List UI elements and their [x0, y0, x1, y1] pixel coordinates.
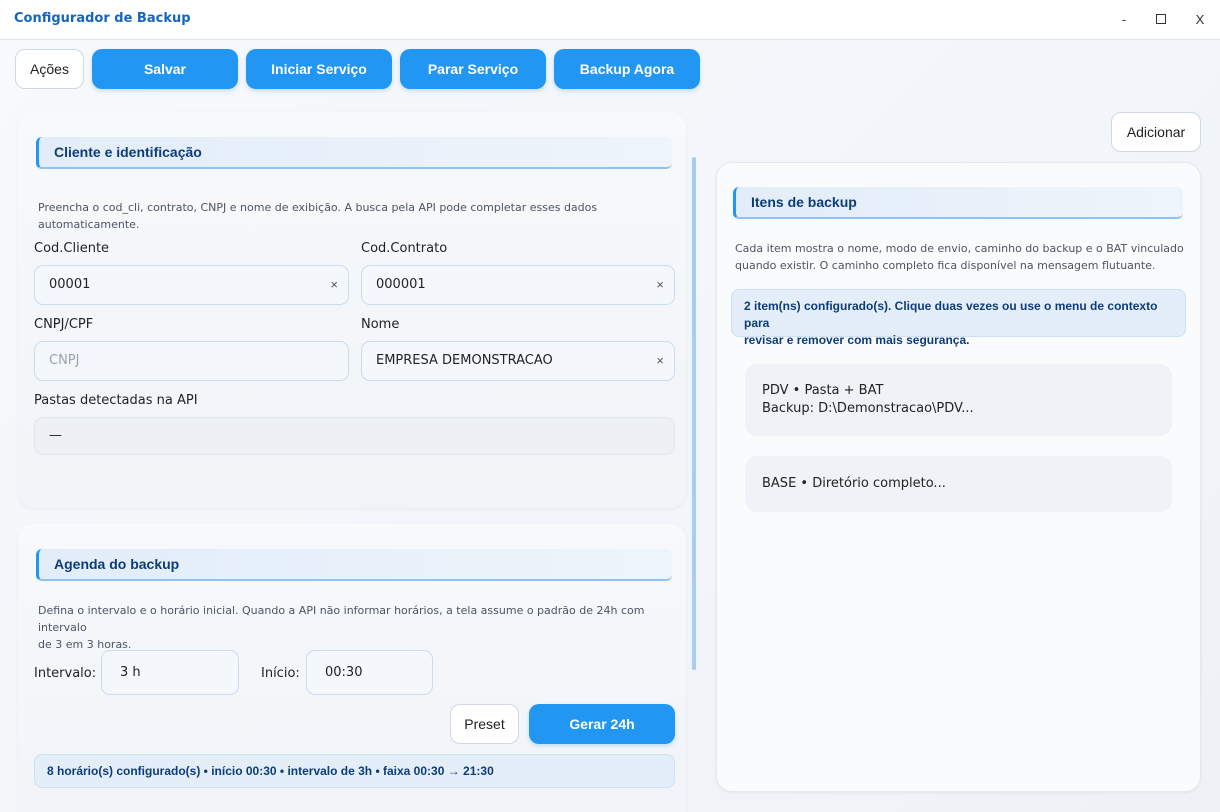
clear-cod-contrato-icon[interactable]: ×	[656, 266, 664, 304]
nome-input[interactable]: EMPRESA DEMONSTRACAO ×	[361, 341, 675, 381]
interval-label: Intervalo:	[34, 666, 97, 681]
preset-button[interactable]: Preset	[450, 704, 519, 744]
items-hint: Cada item mostra o nome, modo de envio, …	[735, 240, 1195, 274]
interval-input[interactable]: 3 h	[101, 650, 239, 695]
actions-button[interactable]: Ações	[15, 49, 84, 89]
cnpj-label: CNPJ/CPF	[34, 317, 94, 332]
item-title: BASE • Diretório completo...	[762, 476, 946, 491]
cod-cliente-input[interactable]: 00001 ×	[34, 265, 349, 305]
pastas-field: —	[34, 417, 675, 455]
main-area: Ações Salvar Iniciar Serviço Parar Servi…	[0, 40, 1220, 812]
schedule-hint: Defina o intervalo e o horário inicial. …	[38, 602, 678, 653]
client-section-title: Cliente e identificação	[36, 137, 672, 169]
close-button[interactable]: X	[1187, 8, 1213, 32]
pastas-label: Pastas detectadas na API	[34, 393, 198, 408]
cod-contrato-label: Cod.Contrato	[361, 241, 448, 256]
minimize-button[interactable]: -	[1111, 8, 1137, 32]
items-hint-line-2: quando existir. O caminho completo fica …	[735, 259, 1156, 272]
cod-contrato-value: 000001	[376, 277, 426, 292]
add-item-button[interactable]: Adicionar	[1111, 112, 1201, 152]
list-item[interactable]: PDV • Pasta + BAT Backup: D:\Demonstraca…	[745, 364, 1172, 436]
nome-value: EMPRESA DEMONSTRACAO	[376, 353, 553, 368]
stop-service-button[interactable]: Parar Serviço	[400, 49, 546, 89]
maximize-button[interactable]	[1148, 8, 1174, 32]
cod-cliente-value: 00001	[49, 277, 91, 292]
client-hint: Preencha o cod_cli, contrato, CNPJ e nom…	[38, 201, 598, 231]
items-count-info: 2 item(ns) configurado(s). Clique duas v…	[731, 289, 1186, 347]
clear-cod-cliente-icon[interactable]: ×	[330, 266, 338, 304]
items-hint-line-1: Cada item mostra o nome, modo de envio, …	[735, 242, 1184, 255]
item-title: PDV • Pasta + BAT	[762, 383, 884, 398]
items-info-line-1: 2 item(ns) configurado(s). Clique duas v…	[744, 299, 1158, 330]
left-panel-scrollbar[interactable]	[692, 157, 696, 670]
schedule-summary: 8 horário(s) configurado(s) • início 00:…	[34, 754, 675, 788]
item-path: Backup: D:\Demonstracao\PDV...	[762, 401, 974, 416]
nome-label: Nome	[361, 317, 400, 332]
start-label: Início:	[261, 666, 300, 681]
cnpj-input[interactable]: CNPJ	[34, 341, 349, 381]
maximize-icon	[1156, 14, 1166, 24]
start-time-input[interactable]: 00:30	[306, 650, 433, 695]
start-service-button[interactable]: Iniciar Serviço	[246, 49, 392, 89]
cod-cliente-label: Cod.Cliente	[34, 241, 110, 256]
items-section-title: Itens de backup	[733, 187, 1183, 219]
save-button[interactable]: Salvar	[92, 49, 238, 89]
cod-contrato-input[interactable]: 000001 ×	[361, 265, 675, 305]
generate-24h-button[interactable]: Gerar 24h	[529, 704, 675, 744]
items-info-line-2: revisar e remover com mais segurança.	[744, 333, 970, 347]
schedule-section-title: Agenda do backup	[36, 549, 672, 581]
backup-now-button[interactable]: Backup Agora	[554, 49, 700, 89]
title-bar: Configurador de Backup - X	[0, 0, 1220, 40]
window-title: Configurador de Backup	[14, 11, 191, 26]
schedule-hint-line-1: Defina o intervalo e o horário inicial. …	[38, 604, 645, 634]
list-item[interactable]: BASE • Diretório completo...	[745, 456, 1172, 512]
clear-nome-icon[interactable]: ×	[656, 342, 664, 380]
